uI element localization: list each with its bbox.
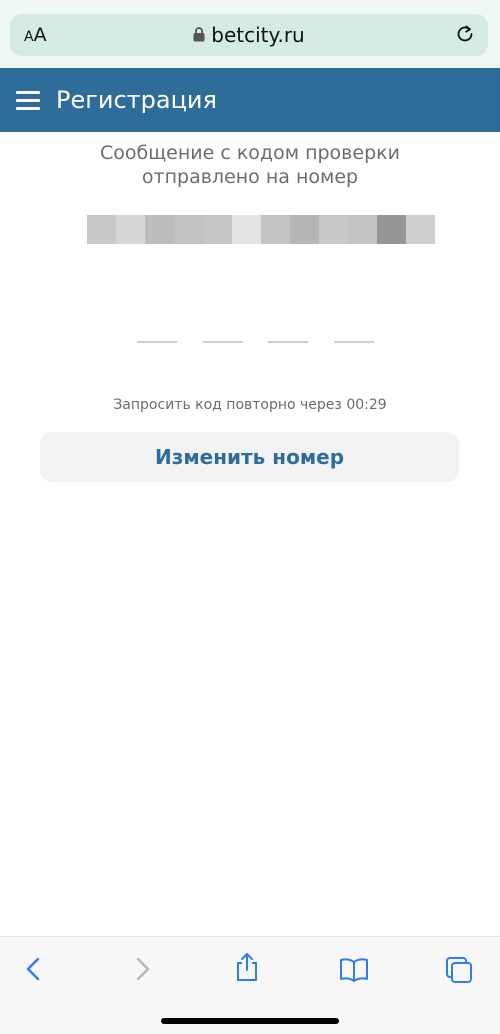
home-indicator: [161, 1018, 339, 1024]
tabs-icon[interactable]: [444, 955, 474, 990]
code-digit-4[interactable]: [333, 341, 374, 343]
verification-message: Сообщение с кодом проверки отправлено на…: [0, 141, 500, 189]
back-icon[interactable]: [22, 955, 46, 988]
verification-code-input[interactable]: [137, 341, 374, 343]
browser-top-bar: AA betcity.ru: [0, 0, 500, 68]
lock-icon: [193, 23, 205, 47]
url-text: betcity.ru: [211, 23, 305, 47]
code-digit-1[interactable]: [137, 341, 177, 343]
code-digit-2[interactable]: [202, 341, 243, 343]
url-display[interactable]: betcity.ru: [10, 23, 488, 49]
bookmarks-icon[interactable]: [338, 955, 370, 988]
phone-number-blurred: [87, 215, 435, 244]
reload-icon[interactable]: [454, 23, 476, 50]
page-title: Регистрация: [56, 86, 217, 114]
address-bar[interactable]: AA betcity.ru: [10, 14, 488, 56]
message-line-1: Сообщение с кодом проверки: [100, 142, 400, 164]
code-digit-3[interactable]: [268, 341, 309, 343]
change-number-button[interactable]: Изменить номер: [40, 432, 459, 482]
resend-timer-text: Запросить код повторно через 00:29: [113, 397, 387, 413]
site-header: Регистрация: [0, 68, 500, 132]
forward-icon[interactable]: [130, 955, 154, 988]
hamburger-menu-icon[interactable]: [16, 91, 40, 110]
message-line-2: отправлено на номер: [141, 166, 359, 188]
share-icon[interactable]: [233, 951, 261, 988]
change-number-label: Изменить номер: [154, 445, 345, 469]
